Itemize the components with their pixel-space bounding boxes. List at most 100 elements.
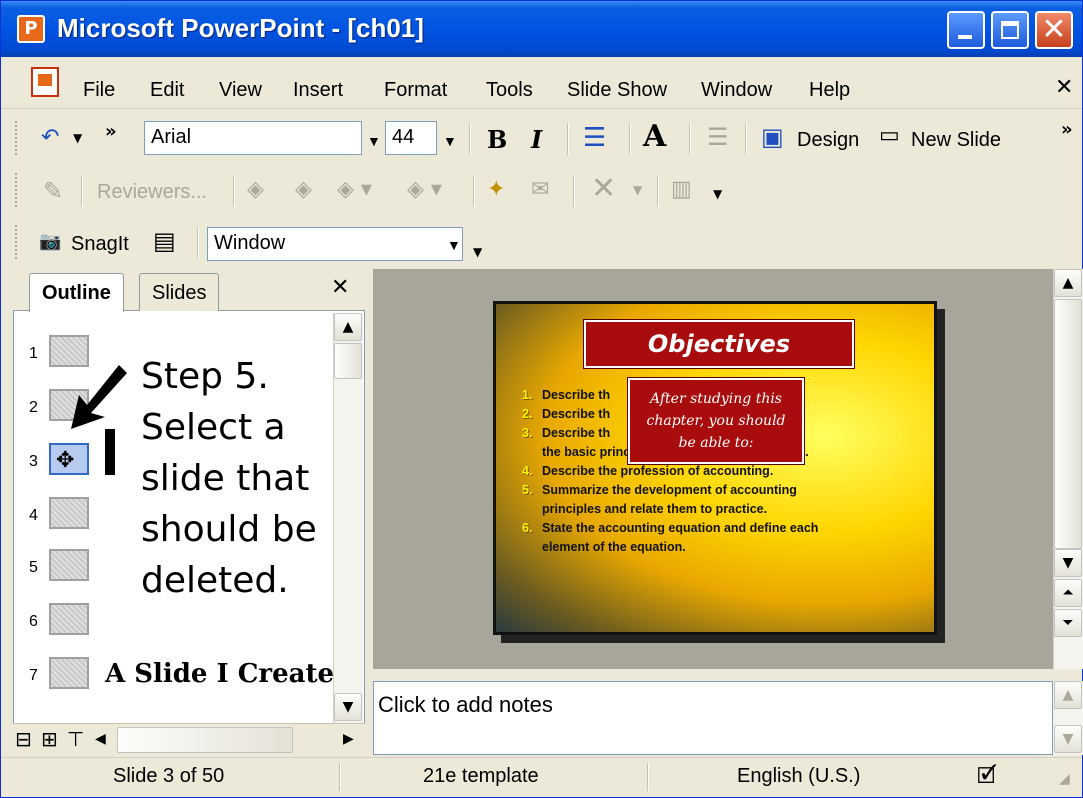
menu-slide-show[interactable]: Slide Show: [567, 79, 667, 102]
scrollbar-thumb[interactable]: [334, 343, 362, 379]
slide-icon[interactable]: [49, 549, 89, 581]
toolbar-grip[interactable]: [15, 121, 19, 155]
capture-mode-combo[interactable]: Window: [207, 227, 463, 261]
toolbar-separator: [745, 123, 747, 155]
toolbar-separator: [567, 123, 569, 155]
scroll-down-icon[interactable]: ▼: [334, 693, 362, 721]
status-template: 21e template: [423, 765, 539, 787]
menu-insert[interactable]: Insert: [293, 79, 343, 102]
menu-view[interactable]: View: [219, 79, 262, 102]
toolbar-overflow-icon[interactable]: »: [105, 121, 117, 142]
minimize-button[interactable]: [947, 11, 985, 49]
slide-icon[interactable]: [49, 497, 89, 529]
scroll-right-icon[interactable]: ▶: [343, 731, 354, 747]
toolbar-grip[interactable]: [15, 225, 19, 259]
capture-mode-dropdown-icon[interactable]: ▼: [447, 237, 461, 253]
reviewing-pane-icon[interactable]: ▥: [671, 177, 692, 202]
title-bar[interactable]: P Microsoft PowerPoint - [ch01] ✕: [1, 1, 1082, 57]
scroll-down-icon[interactable]: ▼: [1054, 725, 1082, 753]
slide-title[interactable]: A Slide I Created: [105, 659, 352, 689]
undo-dropdown-icon[interactable]: ▼: [73, 131, 82, 145]
bullet-text: Summarize the development of accounting: [542, 483, 797, 497]
font-size-combo[interactable]: 44: [385, 121, 437, 155]
scroll-left-icon[interactable]: ◀: [95, 731, 106, 747]
bullet-number: 4.: [522, 464, 533, 478]
scroll-up-icon[interactable]: ▲: [334, 313, 362, 341]
toolbar-separator: [629, 123, 631, 155]
menu-edit[interactable]: Edit: [150, 79, 184, 102]
horizontal-scrollbar-thumb[interactable]: [117, 727, 293, 753]
menu-format[interactable]: Format: [384, 79, 447, 102]
notes-pane[interactable]: Click to add notes: [373, 681, 1053, 755]
toolbar-overflow-icon[interactable]: »: [1061, 119, 1073, 140]
next-slide-icon[interactable]: ⏷: [1054, 609, 1082, 637]
close-window-button[interactable]: ✕: [1035, 11, 1073, 49]
scroll-up-icon[interactable]: ▲: [1054, 269, 1082, 297]
slide-callout-box[interactable]: After studying this chapter, you should …: [627, 377, 805, 465]
decrease-indent-icon[interactable]: ☰: [707, 123, 729, 151]
scrollbar-thumb[interactable]: [1054, 299, 1082, 549]
bold-icon[interactable]: B: [487, 125, 507, 154]
slide-icon[interactable]: [49, 603, 89, 635]
slide-number: 4: [29, 507, 38, 524]
instruction-line: Step 5.: [141, 356, 269, 397]
design-icon[interactable]: ▣: [761, 123, 784, 151]
spelling-check-icon[interactable]: 🗹: [977, 759, 997, 797]
next-item-icon[interactable]: ◈: [295, 177, 312, 202]
menu-file[interactable]: File: [83, 79, 115, 102]
toolbar-options-icon[interactable]: ▼: [713, 187, 722, 201]
scroll-down-icon[interactable]: ▼: [1054, 549, 1082, 577]
snagit-button[interactable]: SnagIt: [71, 233, 129, 256]
powerpoint-icon[interactable]: P: [17, 15, 45, 43]
increase-font-size-icon[interactable]: A: [643, 119, 666, 154]
notes-scrollbar[interactable]: ▲ ▼: [1053, 681, 1083, 755]
slide-icon[interactable]: [49, 657, 89, 689]
reviewers-button[interactable]: Reviewers...: [97, 181, 207, 204]
menu-tools[interactable]: Tools: [486, 79, 533, 102]
new-slide-icon[interactable]: ▭: [879, 123, 900, 148]
close-document-icon[interactable]: ✕: [1055, 75, 1073, 100]
normal-view-icon[interactable]: ⊟: [15, 727, 32, 751]
menu-window[interactable]: Window: [701, 79, 772, 102]
toolbar-options-icon[interactable]: ▼: [473, 245, 482, 259]
undo-icon[interactable]: ↶: [41, 125, 59, 150]
slide-show-view-icon[interactable]: ⊤: [67, 727, 84, 751]
status-language: English (U.S.): [737, 765, 861, 787]
close-pane-icon[interactable]: ✕: [331, 275, 349, 300]
design-button[interactable]: Design: [797, 129, 859, 152]
resize-grip-icon[interactable]: ◢: [1059, 771, 1070, 787]
maximize-button[interactable]: [991, 11, 1029, 49]
markup-icon[interactable]: ✎: [43, 177, 63, 205]
bullets-icon[interactable]: ☰: [583, 123, 606, 153]
new-slide-button[interactable]: New Slide: [911, 129, 1001, 152]
bullet-item: principles and relate them to practice.: [522, 500, 922, 519]
insert-comment-icon[interactable]: ✦: [487, 177, 505, 202]
delete-dropdown-icon[interactable]: ▼: [633, 183, 642, 197]
scroll-up-icon[interactable]: ▲: [1054, 681, 1082, 709]
apply-icon[interactable]: ◈ ▾: [337, 177, 372, 202]
slide-sorter-view-icon[interactable]: ⊞: [41, 727, 58, 751]
unapply-icon[interactable]: ◈ ▾: [407, 177, 442, 202]
previous-slide-icon[interactable]: ⏶: [1054, 579, 1082, 607]
step-instruction: Step 5. Select a slide that should be de…: [141, 351, 317, 606]
previous-item-icon[interactable]: ◈: [247, 177, 264, 202]
slide-title-placeholder[interactable]: Objectives: [583, 319, 855, 369]
slide-canvas[interactable]: Objectives 1.Describe th 2.Describe th s…: [493, 301, 937, 635]
tab-outline[interactable]: Outline: [29, 273, 124, 312]
toolbar-grip[interactable]: [15, 173, 19, 207]
menu-help[interactable]: Help: [809, 79, 850, 102]
delete-comment-icon[interactable]: ✕: [591, 171, 616, 206]
font-dropdown-icon[interactable]: ▼: [367, 133, 381, 149]
document-icon[interactable]: [31, 67, 59, 97]
notes-placeholder[interactable]: Click to add notes: [378, 692, 553, 718]
tab-slides[interactable]: Slides: [139, 273, 220, 311]
bullet-text: principles and relate them to practice.: [542, 502, 768, 516]
camera-icon[interactable]: 📷: [39, 231, 61, 252]
capture-settings-icon[interactable]: ▤: [153, 227, 176, 255]
toolbar-separator: [233, 175, 235, 207]
font-size-dropdown-icon[interactable]: ▼: [443, 133, 457, 149]
italic-icon[interactable]: I: [531, 125, 542, 154]
annotation-arrow-icon: [71, 365, 127, 475]
edit-comment-icon[interactable]: ✉: [531, 177, 549, 202]
font-name-combo[interactable]: Arial: [144, 121, 362, 155]
